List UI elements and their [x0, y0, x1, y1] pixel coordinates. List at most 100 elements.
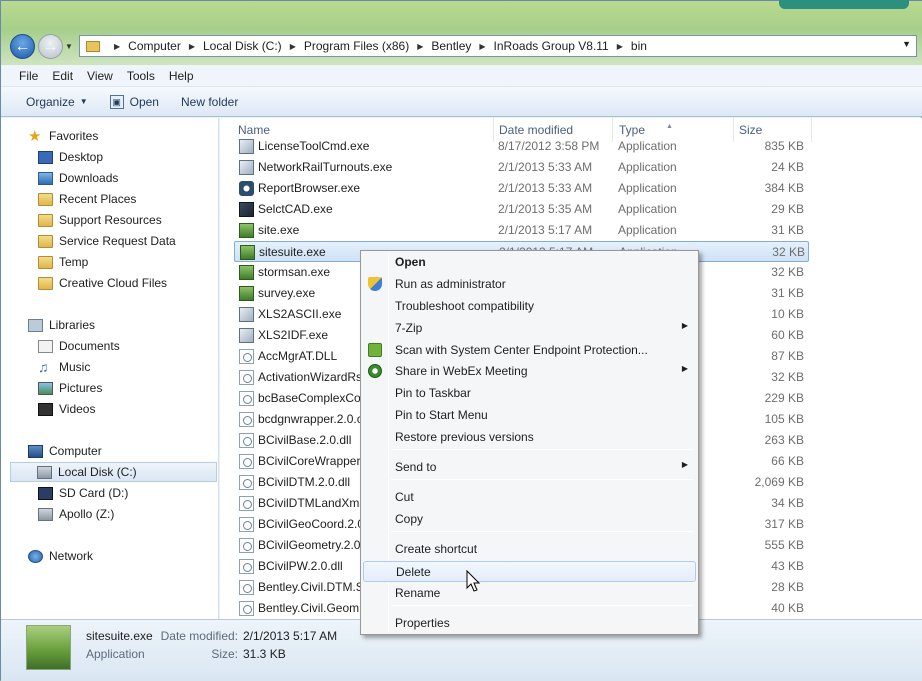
breadcrumb-item[interactable]: ▶ Program Files (x86): [282, 39, 410, 53]
nav-network[interactable]: Network: [28, 546, 93, 566]
chevron-right-icon[interactable]: ▶: [417, 42, 423, 51]
menu-item-label: Properties: [395, 616, 450, 630]
back-button[interactable]: ←: [10, 34, 35, 59]
downloads-icon: [38, 171, 53, 185]
nav-drive-item[interactable]: Local Disk (C:): [10, 462, 217, 482]
menu-item-label: Share in WebEx Meeting: [395, 364, 528, 378]
chevron-right-icon[interactable]: ▶: [617, 42, 623, 51]
breadcrumb-item[interactable]: ▶ Bentley: [409, 39, 471, 53]
chevron-right-icon[interactable]: ▶: [114, 42, 120, 51]
nav-favorite-item-label: Service Request Data: [59, 234, 176, 248]
forward-button[interactable]: →: [38, 34, 63, 59]
recent-pages-dropdown-icon[interactable]: ▼: [65, 42, 73, 51]
nav-library-item[interactable]: ♫ Music: [38, 357, 90, 377]
nav-library-item[interactable]: Documents: [38, 336, 120, 356]
nav-favorite-item-label: Temp: [59, 255, 89, 269]
nav-favorites[interactable]: ★ Favorites: [28, 126, 98, 146]
menu-item-copy[interactable]: Copy: [363, 509, 696, 530]
nav-favorite-item[interactable]: Downloads: [38, 168, 118, 188]
documents-icon: [38, 339, 53, 353]
menu-help[interactable]: Help: [169, 69, 194, 83]
file-row[interactable]: LicenseToolCmd.exe 8/17/2012 3:58 PM Appli…: [234, 136, 809, 157]
column-divider[interactable]: [811, 118, 812, 142]
menu-item-pin-to-start-menu[interactable]: Pin to Start Menu: [363, 405, 696, 426]
menu-view[interactable]: View: [87, 69, 113, 83]
nav-libraries[interactable]: Libraries: [28, 315, 95, 335]
breadcrumb-label: InRoads Group V8.11: [493, 39, 609, 53]
details-date-value: 2/1/2013 5:17 AM: [243, 629, 338, 643]
title-bar: ← → ▼ ▶ Computer ▶ Local Disk (C:) ▶ Program …: [1, 0, 922, 65]
webex-icon: [368, 364, 382, 378]
nav-favorite-item[interactable]: Recent Places: [38, 189, 136, 209]
new-folder-label: New folder: [180, 94, 239, 109]
open-button[interactable]: ▣ Open: [109, 94, 159, 109]
nav-favorite-item[interactable]: Temp: [38, 252, 88, 272]
menu-item-open[interactable]: Open: [363, 252, 696, 273]
computer-icon: [28, 444, 43, 458]
menu-item-properties[interactable]: Properties: [363, 613, 696, 634]
open-app-icon: ▣: [109, 94, 124, 109]
nav-favorite-item[interactable]: Desktop: [38, 147, 103, 167]
nav-drive-item[interactable]: SD Card (D:): [38, 483, 128, 503]
menu-item-label: Cut: [395, 490, 414, 504]
file-size: 32 KB: [771, 370, 804, 384]
menu-item-rename[interactable]: Rename: [363, 583, 696, 604]
submenu-arrow-icon: ▶: [681, 364, 688, 373]
menu-item-pin-to-taskbar[interactable]: Pin to Taskbar: [363, 383, 696, 404]
nav-library-item[interactable]: Videos: [38, 399, 95, 419]
new-folder-button[interactable]: New folder: [181, 95, 238, 109]
col-date[interactable]: Date modified: [499, 123, 573, 137]
breadcrumb-item[interactable]: ▶ Computer: [106, 39, 181, 53]
nav-computer[interactable]: Computer: [28, 441, 102, 461]
dll-file-icon: [239, 559, 254, 574]
nav-drive-item[interactable]: Apollo (Z:): [38, 504, 114, 524]
menu-item-7-zip[interactable]: 7-Zip ▶: [363, 318, 696, 339]
breadcrumb-item[interactable]: ▶ Local Disk (C:): [181, 39, 282, 53]
music-icon: ♫: [38, 358, 49, 375]
menu-edit[interactable]: Edit: [52, 69, 73, 83]
breadcrumb-item[interactable]: ▶ bin: [609, 39, 647, 53]
menu-item-cut[interactable]: Cut: [363, 487, 696, 508]
application-icon: [239, 307, 254, 322]
chevron-right-icon[interactable]: ▶: [479, 42, 485, 51]
address-dropdown-icon[interactable]: ▼: [902, 39, 911, 49]
col-name[interactable]: Name: [238, 123, 270, 137]
file-row[interactable]: site.exe 2/1/2013 5:17 AM Application 31 KB: [234, 220, 809, 241]
menu-tools[interactable]: Tools: [127, 69, 155, 83]
menu-item-send-to[interactable]: Send to ▶: [363, 457, 696, 478]
nav-favorite-item[interactable]: Support Resources: [38, 210, 162, 230]
nav-libraries-label: Libraries: [49, 318, 96, 332]
menu-item-scan-with-system-center-endpoint-protection[interactable]: Scan with System Center Endpoint Protect…: [363, 340, 696, 361]
menu-item-label: 7-Zip: [395, 321, 423, 335]
file-date: 8/17/2012 3:58 PM: [498, 139, 600, 153]
chevron-right-icon[interactable]: ▶: [290, 42, 296, 51]
nav-library-item[interactable]: Pictures: [38, 378, 102, 398]
menu-item-run-as-administrator[interactable]: Run as administrator: [363, 274, 696, 295]
nav-favorite-item[interactable]: Service Request Data: [38, 231, 176, 251]
menu-file[interactable]: File: [19, 69, 38, 83]
file-size: 555 KB: [764, 538, 804, 552]
col-size[interactable]: Size: [739, 123, 762, 137]
file-name: LicenseToolCmd.exe: [258, 139, 370, 153]
network-icon: [28, 549, 43, 563]
organize-button[interactable]: Organize ▼: [26, 95, 88, 109]
file-row[interactable]: NetworkRailTurnouts.exe 2/1/2013 5:33 AM A…: [234, 157, 809, 178]
file-name: site.exe: [258, 223, 300, 237]
file-row[interactable]: SelctCAD.exe 2/1/2013 5:35 AM Application 2…: [234, 199, 809, 220]
breadcrumb-item[interactable]: ▶ InRoads Group V8.11: [471, 39, 608, 53]
menu-item-delete[interactable]: Delete: [363, 561, 696, 582]
address-bar[interactable]: ▶ Computer ▶ Local Disk (C:) ▶ Program Files …: [79, 35, 917, 57]
col-type[interactable]: Type: [619, 123, 645, 137]
file-size: 317 KB: [764, 517, 804, 531]
file-row[interactable]: ReportBrowser.exe 2/1/2013 5:33 AM Applica…: [234, 178, 809, 199]
menu-item-share-in-webex-meeting[interactable]: Share in WebEx Meeting ▶: [363, 361, 696, 382]
menu-item-create-shortcut[interactable]: Create shortcut: [363, 539, 696, 560]
file-name: SelctCAD.exe: [258, 202, 333, 216]
menu-item-restore-previous-versions[interactable]: Restore previous versions: [363, 427, 696, 448]
menu-item-troubleshoot-compatibility[interactable]: Troubleshoot compatibility: [363, 296, 696, 317]
file-type: Application: [618, 181, 677, 195]
nav-favorite-item[interactable]: Creative Cloud Files: [38, 273, 167, 293]
application-icon: [239, 139, 254, 154]
sd-card-icon: [38, 486, 53, 500]
chevron-right-icon[interactable]: ▶: [189, 42, 195, 51]
